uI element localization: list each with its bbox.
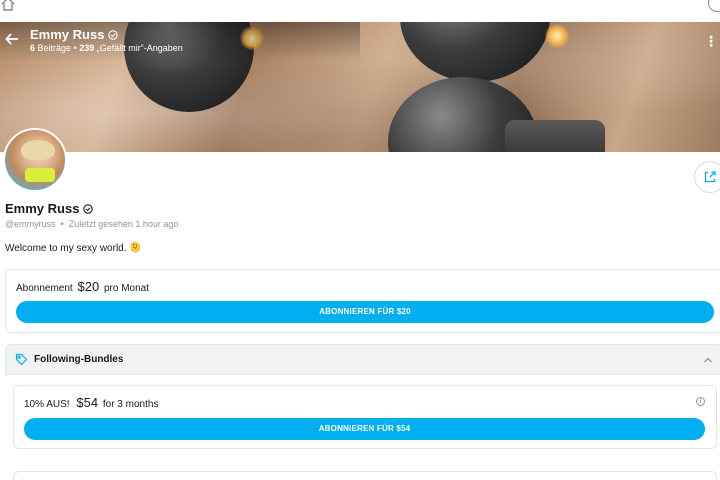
next-bundle-card	[13, 471, 717, 480]
tag-icon	[15, 353, 28, 366]
cover-image: Emmy Russ 6 Beiträge • 239 „Gefällt mir“…	[0, 22, 720, 152]
bundle-card: 10% AUS! $54 for 3 months i ABONNIEREN F…	[13, 385, 717, 449]
verified-icon	[108, 29, 119, 40]
profile-name-text: Emmy Russ	[5, 201, 80, 216]
share-icon	[704, 171, 716, 183]
profile-page: Emmy Russ 6 Beiträge • 239 „Gefällt mir“…	[0, 0, 720, 480]
likes-count: 239	[79, 43, 95, 53]
cover-dark-object	[505, 120, 605, 152]
profile-circle-icon[interactable]	[708, 0, 720, 12]
browser-top-strip	[0, 0, 720, 22]
subscription-price-line: Abonnement $20 pro Monat	[16, 279, 149, 294]
header-stats: 6 Beiträge • 239 „Gefällt mir“-Angaben	[30, 43, 183, 53]
header-name: Emmy Russ	[30, 27, 119, 42]
posts-count: 6	[30, 43, 36, 53]
username: @emmyruss	[5, 219, 56, 229]
bundle-duration: for 3 months	[102, 399, 159, 410]
more-vertical-icon[interactable]: ⋮	[704, 34, 718, 48]
likes-label: „Gefällt mir“-Angaben	[96, 43, 183, 53]
bundles-header[interactable]: Following-Bundles	[5, 344, 720, 375]
bundle-discount: 10% AUS!	[24, 399, 70, 410]
subscription-card: Abonnement $20 pro Monat ABONNIEREN FÜR …	[5, 269, 720, 333]
bundle-subscribe-button[interactable]: ABONNIEREN FÜR $54	[24, 418, 705, 440]
avatar-clothing	[25, 168, 55, 182]
last-seen: Zuletzt gesehen 1 hour ago	[68, 219, 179, 229]
home-icon[interactable]	[0, 0, 16, 12]
profile-meta: @emmyruss • Zuletzt gesehen 1 hour ago	[5, 219, 178, 229]
profile-name: Emmy Russ	[5, 201, 94, 216]
verified-icon	[83, 203, 94, 214]
cover-light-spark	[545, 24, 569, 48]
avatar[interactable]	[3, 128, 67, 192]
bundle-price: $54	[76, 395, 99, 410]
posts-label: Beiträge	[37, 43, 72, 53]
share-button[interactable]	[694, 161, 720, 193]
info-icon[interactable]: i	[696, 397, 705, 406]
subscription-price: $20	[77, 279, 100, 294]
avatar-hair	[21, 140, 55, 160]
header-name-text: Emmy Russ	[30, 27, 105, 42]
bundles-title: Following-Bundles	[34, 354, 124, 365]
back-arrow-icon[interactable]	[4, 31, 20, 47]
profile-bio: Welcome to my sexy world. 🫠	[5, 243, 142, 254]
chevron-up-icon[interactable]	[703, 355, 713, 365]
subscription-period: pro Monat	[103, 283, 150, 294]
subscription-label: Abonnement	[16, 283, 73, 294]
bundle-price-line: 10% AUS! $54 for 3 months	[24, 395, 158, 410]
subscribe-button[interactable]: ABONNIEREN FÜR $20	[16, 301, 714, 323]
meta-separator: •	[60, 219, 64, 229]
